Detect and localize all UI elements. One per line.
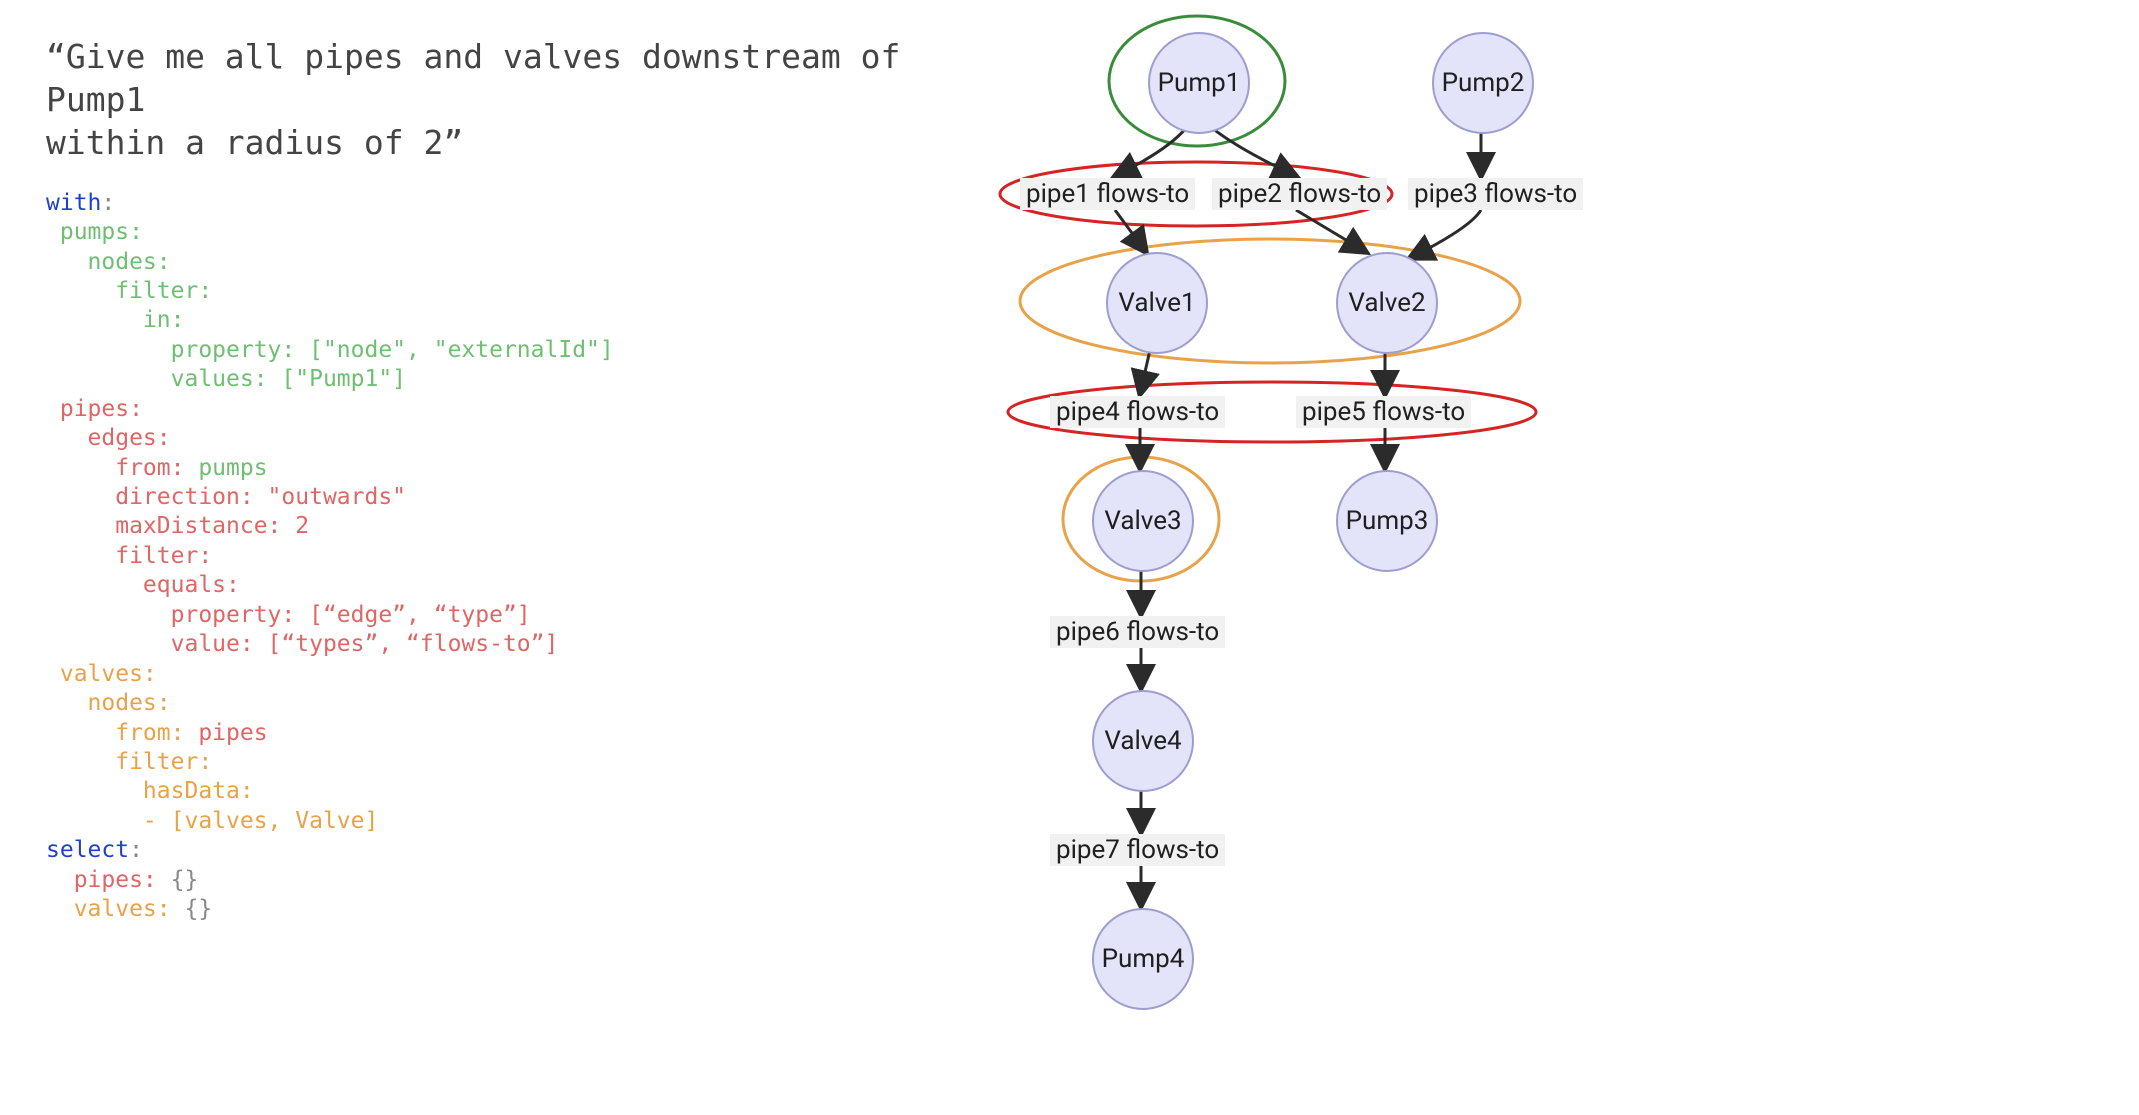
node-label: Valve4: [1104, 726, 1181, 756]
node-pump3: Pump3: [1336, 470, 1438, 572]
node-valve2: Valve2: [1336, 252, 1438, 354]
colon: :: [101, 190, 115, 216]
code-sel-pipes-v: {}: [157, 867, 199, 893]
node-label: Pump1: [1158, 68, 1241, 98]
node-valve4: Valve4: [1092, 690, 1194, 792]
code-sel-pipes: pipes:: [46, 867, 157, 893]
edge-label-pipe7: pipe7 flows-to: [1050, 834, 1225, 866]
code-sel-valves: valves:: [46, 896, 171, 922]
code-line-direction: direction: "outwards": [46, 484, 406, 510]
colon2: :: [129, 837, 143, 863]
code-line-hasdata: hasData:: [46, 778, 254, 804]
code-ref-pumps: pumps: [184, 455, 267, 481]
code-line-filter3: filter:: [46, 749, 212, 775]
node-label: Pump2: [1442, 68, 1525, 98]
node-valve3: Valve3: [1092, 470, 1194, 572]
node-label: Pump4: [1102, 944, 1185, 974]
node-label: Valve3: [1104, 506, 1181, 536]
code-block: with: pumps: nodes: filter: in: property…: [46, 189, 1006, 925]
code-line-pipes: pipes:: [46, 396, 143, 422]
code-line-filter2: filter:: [46, 543, 212, 569]
node-label: Valve2: [1348, 288, 1425, 318]
edge-label-pipe6: pipe6 flows-to: [1050, 616, 1225, 648]
kw-select: select: [46, 837, 129, 863]
edge-label-pipe5: pipe5 flows-to: [1296, 396, 1471, 428]
edge-label-pipe1: pipe1 flows-to: [1020, 178, 1195, 210]
ring-valves1: [1020, 239, 1520, 363]
code-line-from2: from:: [46, 720, 184, 746]
code-line-valves: valves:: [46, 661, 157, 687]
code-line-nodes2: nodes:: [46, 690, 171, 716]
page: “Give me all pipes and valves downstream…: [0, 0, 2139, 1115]
node-pump2: Pump2: [1432, 32, 1534, 134]
code-line-nodes1: nodes:: [46, 249, 171, 275]
node-label: Pump3: [1346, 506, 1429, 536]
code-line-maxd: maxDistance: 2: [46, 513, 309, 539]
code-line-pumps: pumps:: [46, 219, 143, 245]
edge-label-pipe3: pipe3 flows-to: [1408, 178, 1583, 210]
kw-with: with: [46, 190, 101, 216]
graph-diagram: Pump1 Pump2 Valve1 Valve2 Valve3 Pump3 V…: [1000, 10, 2120, 1110]
left-panel: “Give me all pipes and valves downstream…: [46, 36, 1006, 925]
node-pump1: Pump1: [1148, 32, 1250, 134]
code-line-value: value: [“types”, “flows-to”]: [46, 631, 558, 657]
code-line-edges: edges:: [46, 425, 171, 451]
edge-label-pipe2: pipe2 flows-to: [1212, 178, 1387, 210]
node-valve1: Valve1: [1106, 252, 1208, 354]
code-ref-pipes: pipes: [184, 720, 267, 746]
query-title: “Give me all pipes and valves downstream…: [46, 36, 1006, 165]
code-line-from1: from:: [46, 455, 184, 481]
code-line-filter1: filter:: [46, 278, 212, 304]
code-line-in: in:: [46, 307, 184, 333]
code-line-prop1: property: ["node", "externalId"]: [46, 337, 614, 363]
code-line-prop2: property: [“edge”, “type”]: [46, 602, 531, 628]
code-line-valvesval: - [valves, Valve]: [46, 808, 378, 834]
node-label: Valve1: [1118, 288, 1195, 318]
code-line-equals: equals:: [46, 572, 240, 598]
code-sel-valves-v: {}: [171, 896, 213, 922]
edge-label-pipe4: pipe4 flows-to: [1050, 396, 1225, 428]
code-line-values: values: ["Pump1"]: [46, 366, 406, 392]
node-pump4: Pump4: [1092, 908, 1194, 1010]
